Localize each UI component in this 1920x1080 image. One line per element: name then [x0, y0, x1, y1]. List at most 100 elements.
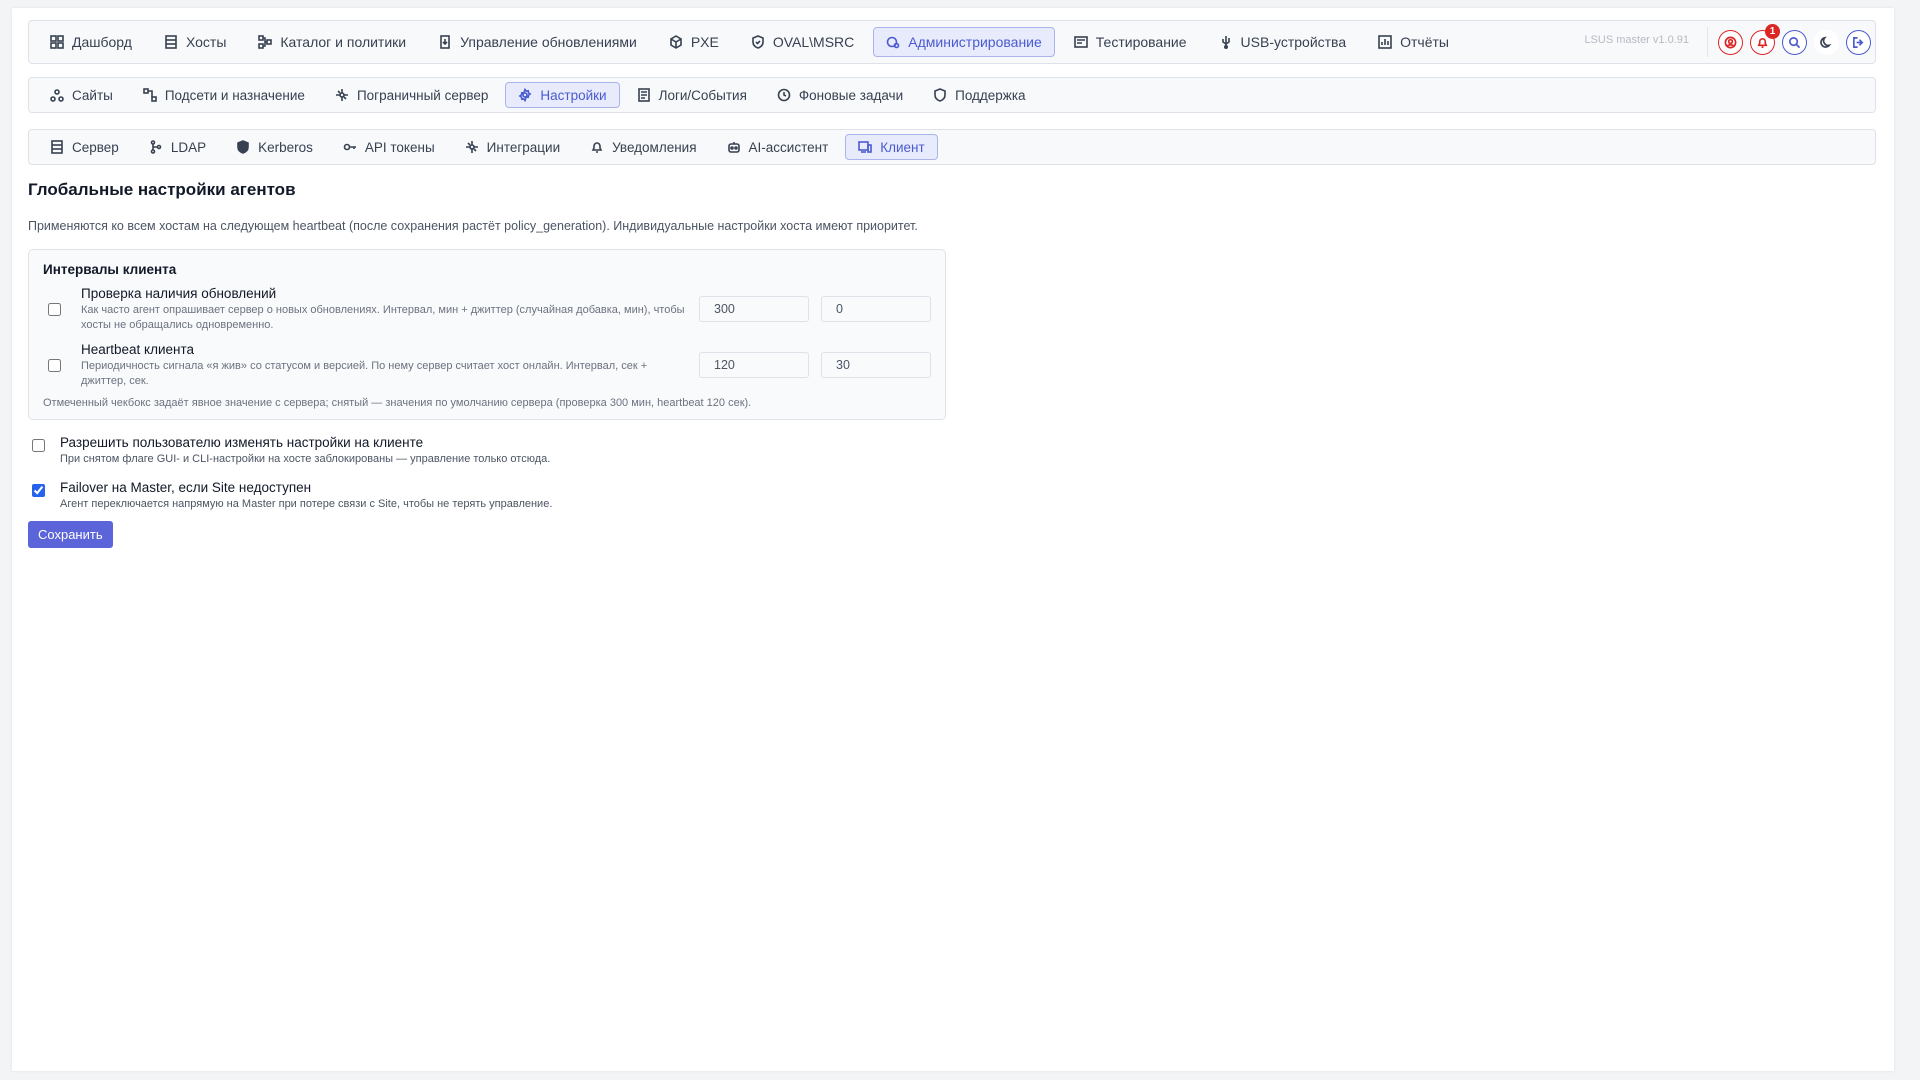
settings-subnav: Сервер LDAP Kerberos API токены Интеграц… [28, 129, 1876, 165]
heartbeat-jitter-input[interactable] [821, 352, 931, 378]
heartbeat-checkbox[interactable] [48, 358, 61, 372]
tab-usb[interactable]: USB-устройства [1206, 27, 1360, 57]
app-window: Дашборд Хосты Каталог и политики Управле… [12, 8, 1894, 1071]
server-icon [51, 140, 63, 154]
subtab-support[interactable]: Поддержка [920, 82, 1038, 108]
tab-label: Подсети и назначение [164, 87, 305, 103]
tab-hosts[interactable]: Хосты [151, 27, 239, 57]
allow-user-settings-checkbox[interactable] [32, 439, 45, 452]
settings-tab-client[interactable]: Клиент [845, 134, 938, 160]
tab-catalog[interactable]: Каталог и политики [245, 27, 419, 57]
tab-label: Хосты [185, 34, 227, 50]
tab-pxe[interactable]: PXE [656, 27, 732, 57]
tab-label: Каталог и политики [280, 34, 407, 50]
row-text: Heartbeat клиента Периодичность сигнала … [81, 342, 687, 389]
update-check-interval-input[interactable] [699, 296, 809, 322]
tab-administration[interactable]: Администрирование [873, 27, 1055, 57]
option-text: Failover на Master, если Site недоступен… [60, 480, 552, 510]
settings-tab-integrations[interactable]: Интеграции [452, 134, 573, 160]
update-check-checkbox[interactable] [48, 302, 61, 316]
option-title: Failover на Master, если Site недоступен [60, 480, 312, 495]
logout-button[interactable] [1846, 29, 1871, 55]
settings-tab-ai-assistant[interactable]: AI-ассистент [714, 134, 842, 160]
test-icon [1073, 36, 1088, 48]
row-title: Heartbeat клиента [81, 341, 195, 357]
row-help: Как часто агент опрашивает сервер о новы… [81, 303, 685, 331]
tab-label: Сайты [72, 87, 113, 103]
update-check-jitter-input[interactable] [821, 296, 931, 322]
key-icon [343, 143, 356, 151]
tab-label: Клиент [880, 139, 925, 155]
option-help: Агент переключается напрямую на Master п… [60, 498, 553, 510]
cube-icon [670, 35, 682, 49]
subtab-subnets[interactable]: Подсети и назначение [130, 82, 318, 108]
tab-label: Управление обновлениями [460, 34, 637, 50]
client-icon [858, 141, 873, 153]
theme-toggle[interactable] [1814, 29, 1839, 55]
subtab-logs[interactable]: Логи/События [624, 82, 760, 108]
tab-label: PXE [690, 34, 719, 50]
option-help: При снятом флаге GUI- и CLI-настройки на… [60, 453, 551, 465]
tab-label: USB-устройства [1240, 34, 1347, 50]
subtab-edge-server[interactable]: Пограничный сервер [322, 82, 501, 108]
heartbeat-interval-input[interactable] [699, 352, 809, 378]
ldap-icon [150, 140, 162, 154]
support-icon [934, 88, 946, 102]
row-help: Периодичность сигнала «я жив» со статусо… [81, 359, 648, 387]
tab-label: Пограничный сервер [356, 87, 489, 103]
edge-server-icon [335, 89, 348, 101]
settings-tab-kerberos[interactable]: Kerberos [223, 134, 326, 160]
settings-icon [518, 88, 532, 102]
tab-label: API токены [364, 139, 435, 155]
tab-dashboard[interactable]: Дашборд [37, 27, 145, 57]
settings-tab-api-tokens[interactable]: API токены [330, 134, 448, 160]
subtab-sites[interactable]: Сайты [37, 82, 126, 108]
moon-icon [1820, 36, 1832, 48]
tab-label: Сервер [72, 139, 119, 155]
settings-tab-notifications[interactable]: Уведомления [577, 134, 709, 160]
tab-label: Фоновые задачи [798, 87, 904, 103]
tab-label: Дашборд [72, 34, 132, 50]
search-button[interactable] [1782, 29, 1807, 55]
shield-check-icon [752, 35, 764, 49]
row-text: Проверка наличия обновлений Как часто аг… [81, 286, 687, 333]
failover-checkbox[interactable] [32, 484, 45, 497]
option-title: Разрешить пользователю изменять настройк… [60, 435, 424, 450]
update-icon [440, 35, 450, 49]
option-text: Разрешить пользователю изменять настройк… [60, 435, 550, 465]
header-actions: 1 [1707, 23, 1871, 57]
tab-oval-msrc[interactable]: OVAL\MSRC [738, 27, 867, 57]
tab-updates[interactable]: Управление обновлениями [425, 27, 650, 57]
tab-label: Отчёты [1400, 34, 1449, 50]
allow-user-settings-option: Разрешить пользователю изменять настройк… [28, 435, 1876, 465]
clock-icon [777, 88, 791, 102]
tab-label: Тестирование [1095, 34, 1187, 50]
tab-label: LDAP [170, 139, 207, 155]
main-nav: Дашборд Хосты Каталог и политики Управле… [28, 20, 1876, 64]
log-icon [637, 88, 650, 102]
subtab-background-jobs[interactable]: Фоновые задачи [764, 82, 916, 108]
sites-icon [50, 89, 64, 102]
tab-reports[interactable]: Отчёты [1365, 27, 1462, 57]
bell-icon [591, 142, 603, 153]
usb-icon [1221, 36, 1230, 49]
search-icon [1789, 36, 1801, 48]
notification-badge: 1 [1765, 23, 1780, 39]
profile-button[interactable] [1718, 29, 1743, 55]
user-icon [1724, 36, 1737, 48]
subtab-settings[interactable]: Настройки [505, 82, 620, 108]
logout-icon [1853, 36, 1864, 48]
settings-tab-server[interactable]: Сервер [37, 134, 132, 160]
tab-label: AI-ассистент [748, 139, 829, 155]
settings-tab-ldap[interactable]: LDAP [136, 134, 219, 160]
client-intervals-card: Интервалы клиента Проверка наличия обнов… [28, 249, 946, 420]
admin-subnav: Сайты Подсети и назначение Пограничный с… [28, 77, 1876, 113]
tab-label: Логи/События [658, 87, 747, 103]
version-label: LSUS master v1.0.91 [1584, 34, 1689, 46]
notifications-button[interactable]: 1 [1750, 23, 1780, 55]
kerberos-icon [237, 140, 249, 154]
save-button[interactable]: Сохранить [28, 521, 113, 548]
heartbeat-row: Heartbeat клиента Периодичность сигнала … [43, 337, 931, 393]
tab-label: Настройки [540, 87, 607, 103]
tab-testing[interactable]: Тестирование [1061, 27, 1200, 57]
